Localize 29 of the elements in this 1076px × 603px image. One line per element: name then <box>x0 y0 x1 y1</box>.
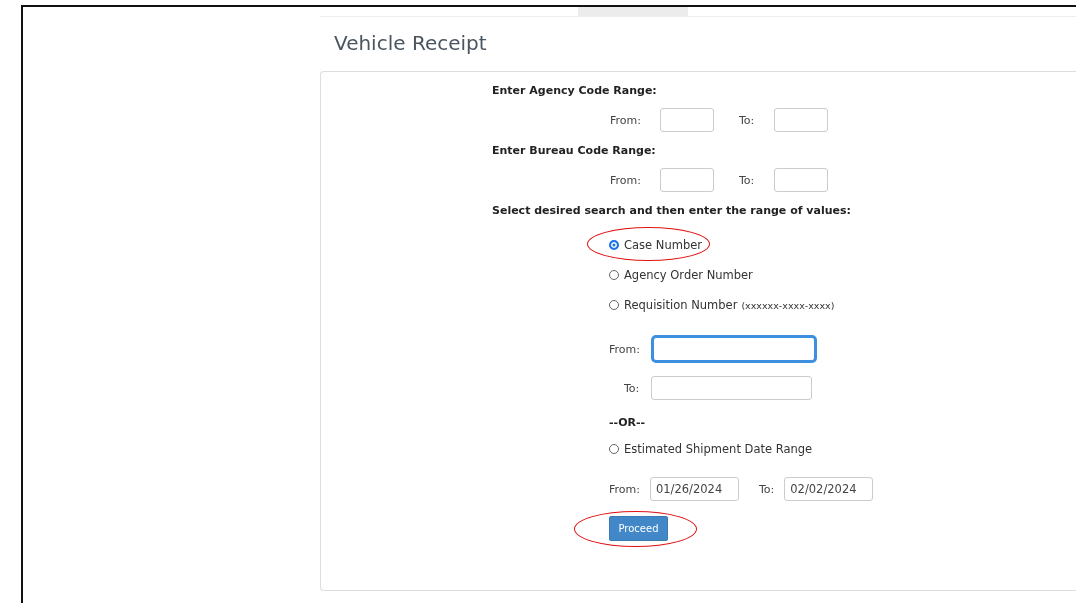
section-heading: Select desired search and then enter the range of values: <box>492 204 852 219</box>
code-to-field[interactable] <box>774 108 828 132</box>
to-label: To: <box>758 482 775 496</box>
to-label: To: <box>739 173 756 187</box>
option-label: Agency Order Number <box>624 268 753 282</box>
number-to-field[interactable] <box>651 376 812 400</box>
number-from-field[interactable] <box>651 335 817 363</box>
format-hint: (xxxxxx-xxxx-xxxx) <box>741 299 835 311</box>
code-to-field[interactable] <box>774 168 828 192</box>
code-from-field[interactable] <box>660 168 714 192</box>
option-label: Case Number <box>624 238 702 252</box>
page-title: Vehicle Receipt <box>334 31 488 57</box>
radio-button[interactable] <box>609 240 619 250</box>
from-label: From: <box>609 482 640 496</box>
proceed-button[interactable]: Proceed <box>609 516 668 541</box>
date-to-field[interactable]: 02/02/2024 <box>784 477 874 501</box>
or-divider-text: --OR-- <box>609 416 647 431</box>
option-label: Estimated Shipment Date Range <box>624 442 813 456</box>
date-from-field[interactable]: 01/26/2024 <box>649 477 739 501</box>
from-label: From: <box>610 173 642 187</box>
section-heading: Enter Bureau Code Range: <box>492 144 657 159</box>
tab[interactable] <box>578 7 688 16</box>
from-label: From: <box>609 342 641 356</box>
to-label: To: <box>623 381 641 395</box>
section-heading: Enter Agency Code Range: <box>492 84 658 99</box>
option-label: Requisition Number <box>624 298 738 312</box>
to-label: To: <box>739 113 756 127</box>
from-label: From: <box>610 113 642 127</box>
code-from-field[interactable] <box>660 108 714 132</box>
